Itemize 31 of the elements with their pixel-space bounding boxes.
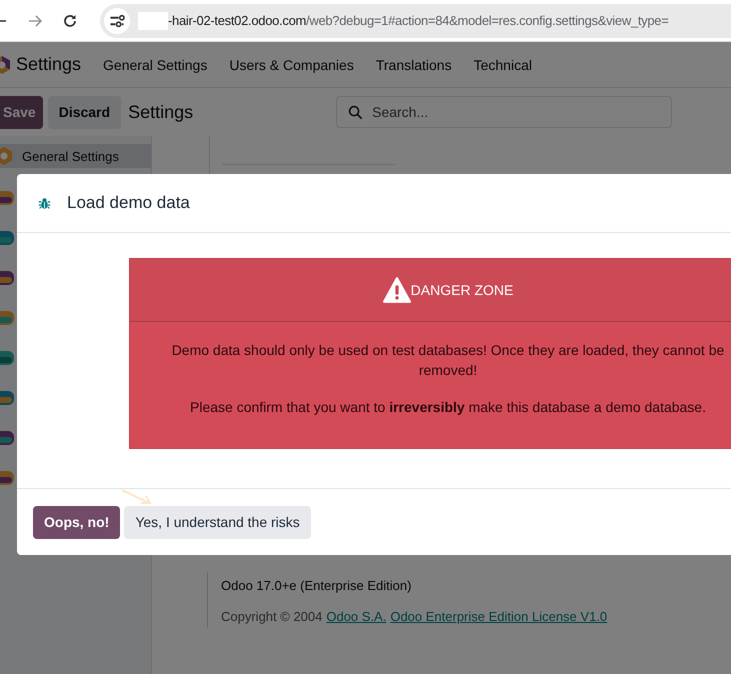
menu-item[interactable]: Translations xyxy=(376,56,452,72)
forward-arrow-icon[interactable] xyxy=(27,12,43,28)
copyright-text: Copyright © 2004 xyxy=(221,609,322,624)
site-settings-icon[interactable] xyxy=(104,8,130,34)
menu-item[interactable]: Users & Companies xyxy=(229,56,354,72)
sidebar-label: General Settings xyxy=(22,148,119,164)
license-link[interactable]: Odoo Enterprise Edition License V1.0 xyxy=(390,609,608,624)
alert-message: Demo data should only be used on test databases! Once they are loaded, they cannot be removed! xyxy=(170,341,726,380)
breadcrumb[interactable]: Settings xyxy=(128,102,194,122)
confirm-message: Please confirm that you want to irreversibly make this database a demo database. xyxy=(189,398,707,417)
bug-icon xyxy=(38,196,51,210)
version-text: Odoo 17.0+e (Enterprise Edition) xyxy=(221,578,412,593)
save-button[interactable]: Save xyxy=(0,96,43,128)
dialog-button[interactable]: Yes, I understand the risks xyxy=(124,506,311,538)
menu-item[interactable]: General Settings xyxy=(103,56,208,72)
search-icon xyxy=(348,105,364,120)
search-field[interactable]: Search... xyxy=(336,96,672,128)
discard-button[interactable]: Discard xyxy=(48,96,122,128)
license-link[interactable]: Odoo S.A. xyxy=(326,609,386,624)
arrow-drawing xyxy=(121,489,153,507)
sidebar-item[interactable]: General Settings xyxy=(0,144,151,168)
warning-icon xyxy=(382,277,411,303)
dialog-button[interactable]: Oops, no! xyxy=(33,506,120,538)
reload-icon[interactable] xyxy=(62,12,78,28)
address-bar[interactable]: -hair-02-test02.odoo.com/web?debug=1#action=84&model=res.config.settings&view_type= xyxy=(100,4,731,38)
app-name[interactable]: Settings xyxy=(16,54,82,75)
app-icon xyxy=(0,146,14,166)
dialog-title: Load demo data xyxy=(67,193,190,213)
url-text: -hair-02-test02.odoo.com/web?debug=1#action=84&model=res.config.settings&view_type= xyxy=(168,13,668,28)
alert-title: DANGER ZONE xyxy=(410,282,514,298)
menu-item[interactable]: Technical xyxy=(474,56,532,72)
